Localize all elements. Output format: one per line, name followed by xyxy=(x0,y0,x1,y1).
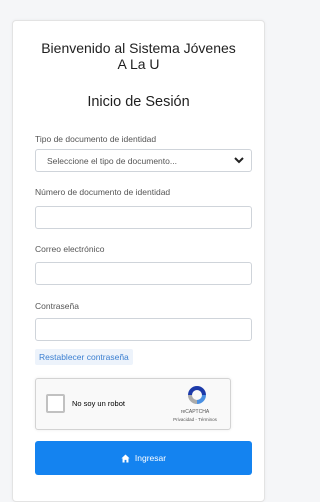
login-button-label: Ingresar xyxy=(134,453,167,463)
home-icon xyxy=(121,453,130,463)
recaptcha-checkbox[interactable] xyxy=(46,394,65,413)
doc-number-field[interactable] xyxy=(35,206,252,229)
recaptcha-label: No soy un robot xyxy=(72,399,125,408)
doc-type-label: Tipo de documento de identidad xyxy=(35,134,157,144)
doc-type-select[interactable]: Seleccione el tipo de documento... xyxy=(35,149,252,172)
doc-number-label: Número de documento de identidad xyxy=(35,187,171,197)
email-label: Correo electrónico xyxy=(35,244,105,254)
page-title: Inicio de Sesión xyxy=(87,94,190,110)
recaptcha-brand: reCAPTCHA xyxy=(180,409,210,415)
welcome-line-2: A La U xyxy=(117,56,160,72)
password-label: Contraseña xyxy=(35,301,79,311)
welcome-heading: Bienvenido al Sistema Jóvenes A La U xyxy=(13,40,264,72)
login-button[interactable]: Ingresar xyxy=(35,441,252,475)
welcome-line-1: Bienvenido al Sistema Jóvenes xyxy=(41,40,236,56)
recaptcha-logo-icon xyxy=(188,386,206,404)
recaptcha-terms[interactable]: Privacidad - Términos xyxy=(164,417,226,422)
password-field[interactable] xyxy=(35,318,252,341)
chevron-down-icon xyxy=(234,157,244,164)
login-card: Bienvenido al Sistema Jóvenes A La U Ini… xyxy=(12,20,265,502)
reset-password-link[interactable]: Restablecer contraseña xyxy=(35,349,133,365)
email-field[interactable] xyxy=(35,262,252,285)
recaptcha-widget: No soy un robot reCAPTCHA Privacidad - T… xyxy=(35,378,231,430)
doc-type-selected-value: Seleccione el tipo de documento... xyxy=(47,156,177,166)
